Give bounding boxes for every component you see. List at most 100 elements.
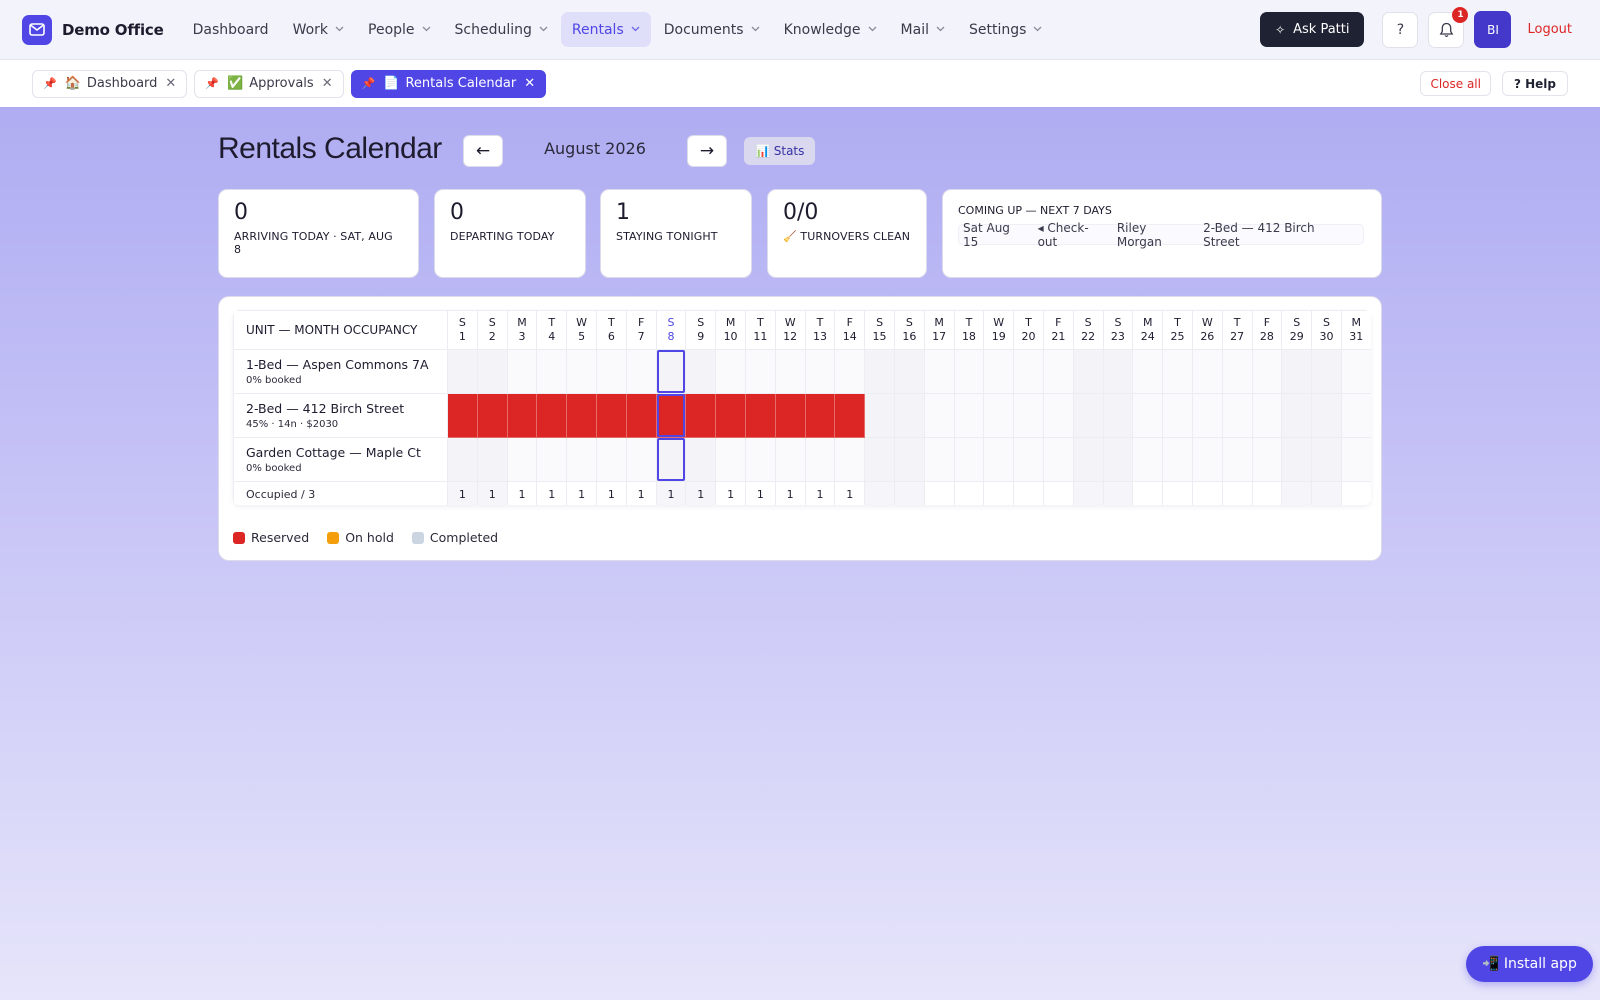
- day-cell[interactable]: [1013, 393, 1044, 438]
- day-cell[interactable]: [1191, 437, 1223, 482]
- day-cell[interactable]: [953, 437, 985, 482]
- stats-button[interactable]: 📊 Stats: [744, 137, 816, 165]
- logout-link[interactable]: Logout: [1527, 22, 1572, 37]
- nav-item-documents[interactable]: Documents: [653, 12, 771, 47]
- day-cell[interactable]: [1221, 349, 1253, 394]
- day-cell[interactable]: [1340, 437, 1371, 482]
- day-cell[interactable]: [566, 349, 597, 394]
- day-cell[interactable]: [953, 349, 985, 394]
- day-cell[interactable]: [1132, 349, 1164, 394]
- day-cell[interactable]: [1013, 437, 1044, 482]
- day-cell[interactable]: [983, 437, 1015, 482]
- reserved-day-cell[interactable]: [834, 393, 866, 438]
- day-cell[interactable]: [923, 437, 955, 482]
- nav-item-knowledge[interactable]: Knowledge: [773, 12, 888, 47]
- nav-item-rentals[interactable]: Rentals: [560, 12, 651, 47]
- reserved-day-cell[interactable]: [685, 393, 717, 438]
- day-cell[interactable]: [804, 349, 836, 394]
- day-cell[interactable]: [1191, 393, 1223, 438]
- day-cell[interactable]: [1162, 349, 1193, 394]
- help-button[interactable]: ?: [1382, 11, 1419, 48]
- close-icon[interactable]: ✕: [322, 76, 333, 91]
- day-cell[interactable]: [1013, 349, 1044, 394]
- day-cell[interactable]: [953, 393, 985, 438]
- day-cell[interactable]: [893, 437, 925, 482]
- day-cell[interactable]: [774, 437, 806, 482]
- reserved-day-cell[interactable]: [715, 393, 746, 438]
- day-cell[interactable]: [893, 393, 925, 438]
- reserved-day-cell[interactable]: [774, 393, 806, 438]
- day-cell[interactable]: [744, 349, 776, 394]
- day-cell[interactable]: [1251, 349, 1283, 394]
- day-cell[interactable]: [1221, 437, 1253, 482]
- reserved-day-cell[interactable]: [625, 393, 657, 438]
- reserved-day-cell[interactable]: [744, 393, 776, 438]
- day-cell[interactable]: [476, 349, 508, 394]
- day-cell[interactable]: [1221, 393, 1253, 438]
- tab-dashboard[interactable]: 📌 🏠 Dashboard ✕: [32, 69, 188, 98]
- day-cell[interactable]: [447, 349, 478, 394]
- nav-item-people[interactable]: People: [357, 12, 442, 47]
- day-cell[interactable]: [804, 437, 836, 482]
- day-cell[interactable]: [715, 349, 746, 394]
- day-cell[interactable]: [744, 437, 776, 482]
- day-cell[interactable]: [625, 437, 657, 482]
- day-cell[interactable]: [655, 349, 687, 394]
- nav-item-work[interactable]: Work: [282, 12, 355, 47]
- close-icon[interactable]: ✕: [524, 76, 535, 91]
- day-cell[interactable]: [1251, 393, 1283, 438]
- day-cell[interactable]: [774, 349, 806, 394]
- reserved-day-cell[interactable]: [566, 393, 597, 438]
- reserved-day-cell[interactable]: [655, 393, 687, 438]
- reserved-day-cell[interactable]: [506, 393, 538, 438]
- unit-label-cell[interactable]: Garden Cottage — Maple Ct 0% booked: [233, 437, 448, 482]
- day-cell[interactable]: [893, 349, 925, 394]
- day-cell[interactable]: [1072, 393, 1104, 438]
- unit-label-cell[interactable]: 1-Bed — Aspen Commons 7A 0% booked: [233, 349, 448, 394]
- reserved-day-cell[interactable]: [804, 393, 836, 438]
- day-cell[interactable]: [625, 349, 657, 394]
- avatar[interactable]: BI: [1474, 11, 1512, 48]
- day-cell[interactable]: [1102, 393, 1134, 438]
- day-cell[interactable]: [1102, 437, 1134, 482]
- day-cell[interactable]: [566, 437, 597, 482]
- day-cell[interactable]: [1251, 437, 1283, 482]
- day-cell[interactable]: [864, 349, 895, 394]
- day-cell[interactable]: [1072, 349, 1104, 394]
- day-cell[interactable]: [1132, 437, 1164, 482]
- nav-item-settings[interactable]: Settings: [958, 12, 1053, 47]
- brand[interactable]: Demo Office: [22, 14, 164, 45]
- reserved-day-cell[interactable]: [476, 393, 508, 438]
- reserved-day-cell[interactable]: [447, 393, 478, 438]
- day-cell[interactable]: [536, 349, 568, 394]
- install-app-button[interactable]: 📲 Install app: [1466, 946, 1593, 982]
- day-cell[interactable]: [715, 437, 746, 482]
- day-cell[interactable]: [1042, 349, 1074, 394]
- notifications-button[interactable]: 1: [1428, 6, 1469, 48]
- prev-month-button[interactable]: ←: [463, 135, 503, 167]
- day-cell[interactable]: [1162, 437, 1193, 482]
- tab-rentals-calendar[interactable]: 📌 📄 Rentals Calendar ✕: [350, 69, 547, 98]
- day-cell[interactable]: [506, 437, 538, 482]
- help-page-button[interactable]: ? Help: [1501, 71, 1568, 96]
- day-cell[interactable]: [536, 437, 568, 482]
- day-cell[interactable]: [1281, 437, 1313, 482]
- upcoming-row[interactable]: Sat Aug 15 ◂ Check-out Riley Morgan 2-Be…: [958, 221, 1364, 249]
- day-cell[interactable]: [864, 393, 895, 438]
- next-month-button[interactable]: →: [687, 135, 727, 167]
- day-cell[interactable]: [1132, 393, 1164, 438]
- day-cell[interactable]: [1311, 393, 1342, 438]
- day-cell[interactable]: [923, 393, 955, 438]
- day-cell[interactable]: [685, 437, 717, 482]
- nav-item-mail[interactable]: Mail: [890, 12, 956, 47]
- day-cell[interactable]: [1311, 349, 1342, 394]
- day-cell[interactable]: [655, 437, 687, 482]
- unit-label-cell[interactable]: 2-Bed — 412 Birch Street 45% · 14n · $203…: [233, 393, 448, 438]
- day-cell[interactable]: [1281, 393, 1313, 438]
- day-cell[interactable]: [834, 437, 866, 482]
- day-cell[interactable]: [1281, 349, 1313, 394]
- nav-item-dashboard[interactable]: Dashboard: [182, 12, 280, 47]
- nav-item-scheduling[interactable]: Scheduling: [444, 12, 559, 47]
- tab-approvals[interactable]: 📌 ✅ Approvals ✕: [194, 69, 344, 98]
- day-cell[interactable]: [447, 437, 478, 482]
